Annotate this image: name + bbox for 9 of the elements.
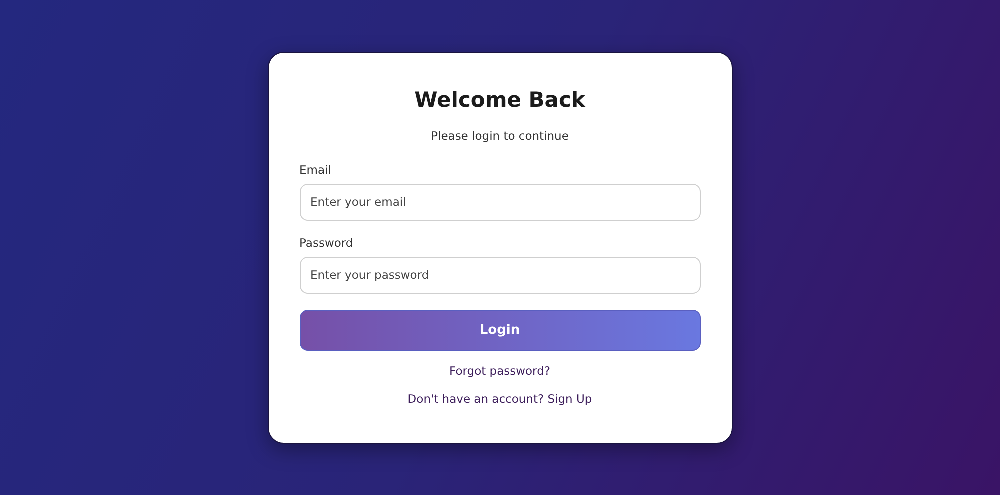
- card-title: Welcome Back: [414, 86, 586, 114]
- login-button[interactable]: Login: [300, 310, 700, 350]
- forgot-password-link[interactable]: Forgot password?: [450, 362, 550, 378]
- field-label: Email: [300, 162, 332, 178]
- sign-up-link[interactable]: Don't have an account? Sign Up: [408, 390, 592, 406]
- subtitle: Please login to continue: [431, 128, 569, 144]
- email-field[interactable]: Enter your email: [300, 184, 700, 220]
- password-field[interactable]: Enter your password: [300, 256, 700, 294]
- field-label: Password: [300, 234, 354, 250]
